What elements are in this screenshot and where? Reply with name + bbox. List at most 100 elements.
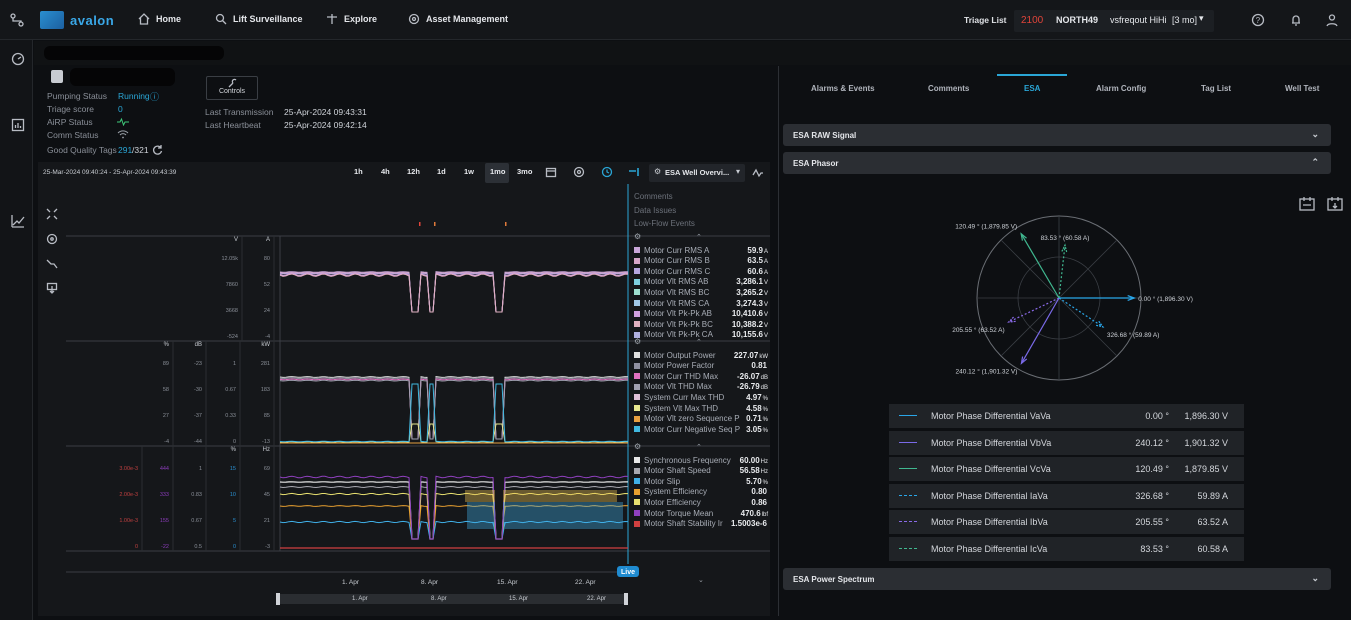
nav-asset-management[interactable]: Asset Management xyxy=(408,13,508,25)
legend-item[interactable]: Motor Power Factor 0.81 xyxy=(634,361,768,371)
info-icon[interactable]: ⓘ xyxy=(150,90,159,103)
legend-value-number: 60.6 xyxy=(747,266,763,276)
signal-icon[interactable] xyxy=(752,167,764,179)
axis-tick-label: -23 xyxy=(194,361,202,367)
refresh-icon[interactable] xyxy=(152,144,163,155)
user-icon[interactable] xyxy=(1325,13,1339,27)
triage-list-label[interactable]: Triage List xyxy=(964,15,1007,25)
help-icon[interactable]: ? xyxy=(1251,13,1265,27)
range-1w-button[interactable]: 1w xyxy=(464,167,474,176)
section-esa-raw-signal[interactable]: ESA RAW Signal ⌄ xyxy=(783,124,1331,146)
legend-item[interactable]: System Efficiency 0.80 xyxy=(634,487,768,497)
history-icon[interactable] xyxy=(601,166,613,178)
tab-esa[interactable]: ESA xyxy=(1024,84,1040,93)
pin-icon[interactable] xyxy=(628,166,640,178)
nav-explore[interactable]: Explore xyxy=(326,13,377,25)
well-name: NORTH49 xyxy=(1056,15,1099,25)
nav-lift-surveillance[interactable]: Lift Surveillance xyxy=(215,13,303,25)
legend-item[interactable]: Motor Vlt RMS BC 3,265.2V xyxy=(634,287,768,297)
legend-settings-icon[interactable]: ⚙ xyxy=(634,442,641,451)
legend-swatch xyxy=(634,457,640,463)
lane-comments: Comments xyxy=(634,192,673,201)
range-navigator[interactable] xyxy=(278,594,626,604)
legend-item[interactable]: Synchronous Frequency 60.00Hz xyxy=(634,455,768,465)
legend-settings-icon[interactable]: ⚙ xyxy=(634,337,641,346)
legend-series-name: Motor Vlt Pk-Pk AB xyxy=(644,309,713,319)
nav-home[interactable]: Home xyxy=(138,13,181,25)
axis-tick-label: 24 xyxy=(264,308,270,314)
nav-explore-label: Explore xyxy=(344,14,378,24)
legend-item[interactable]: Motor Output Power 227.07kW xyxy=(634,350,768,360)
tab-alarms-events[interactable]: Alarms & Events xyxy=(811,84,875,93)
gauge-icon[interactable] xyxy=(11,52,25,66)
redacted-name xyxy=(70,68,175,86)
phasor-magnitude: 59.89 A xyxy=(1197,490,1228,501)
phasor-label: 326.68 ° (59.89 A) xyxy=(1107,331,1159,339)
legend-item[interactable]: Motor Curr RMS B 63.5A xyxy=(634,256,768,266)
legend-item[interactable]: Motor Efficiency 0.86 xyxy=(634,497,768,507)
legend-settings-icon[interactable]: ⚙ xyxy=(634,232,641,241)
range-1mo-button[interactable]: 1mo xyxy=(490,167,505,176)
well-header-strip xyxy=(34,41,1351,65)
section-esa-phasor[interactable]: ESA Phasor ⌃ xyxy=(783,152,1331,174)
live-label: Live xyxy=(620,569,635,576)
bar-chart-icon[interactable] xyxy=(11,118,25,132)
route-icon[interactable] xyxy=(10,13,24,27)
bell-icon[interactable] xyxy=(1289,13,1303,27)
navigator-left-handle[interactable] xyxy=(276,593,280,605)
legend-collapse-icon[interactable]: ⌃ xyxy=(696,233,702,241)
period-select[interactable]: [3 mo] xyxy=(1172,15,1197,25)
legend-item[interactable]: Motor Curr RMS A 59.9A xyxy=(634,245,768,255)
tab-alarm-config[interactable]: Alarm Config xyxy=(1096,84,1146,93)
legend-item[interactable]: Motor Vlt Pk-Pk AB 10,410.6V xyxy=(634,309,768,319)
legend-item[interactable]: Motor Curr Negative Seq P 3.05% xyxy=(634,424,768,434)
range-12h-button[interactable]: 12h xyxy=(407,167,420,176)
nav-tick-2: 8. Apr xyxy=(431,596,447,602)
calendar-icon[interactable] xyxy=(545,166,557,178)
axis-tick-label: 27 xyxy=(163,413,169,419)
legend-series-value: 63.5A xyxy=(747,256,768,265)
range-4h-button[interactable]: 4h xyxy=(381,167,390,176)
line-chart-icon[interactable] xyxy=(11,214,25,228)
legend-item[interactable]: Motor Slip 5.70% xyxy=(634,476,768,486)
brand-logo[interactable]: avalon xyxy=(40,11,114,29)
trace-pane-1 xyxy=(279,271,629,313)
controls-button[interactable]: Controls xyxy=(206,76,258,100)
home-icon xyxy=(138,13,150,25)
legend-item[interactable]: Motor Vlt RMS CA 3,274.3V xyxy=(634,298,768,308)
brand-name: avalon xyxy=(70,12,115,28)
live-button[interactable]: Live xyxy=(617,566,639,577)
export-image-icon[interactable] xyxy=(1298,195,1316,213)
legend-item[interactable]: Motor Curr RMS C 60.6A xyxy=(634,266,768,276)
legend-item[interactable]: Motor Shaft Speed 56.58Hz xyxy=(634,466,768,476)
tab-tag-list[interactable]: Tag List xyxy=(1201,84,1231,93)
axis-tick-label: -30 xyxy=(194,387,202,393)
phasor-magnitude: 1,896.30 V xyxy=(1184,411,1228,421)
legend-item[interactable]: Motor Vlt Pk-Pk BC 10,388.2V xyxy=(634,319,768,329)
legend-item[interactable]: System Vlt Max THD 4.58% xyxy=(634,403,768,413)
legend-item[interactable]: Motor Torque Mean 470.6lbf xyxy=(634,508,768,518)
settings-icon[interactable] xyxy=(573,166,585,178)
navigator-right-handle[interactable] xyxy=(624,593,628,605)
legend-collapse-icon[interactable]: ⌃ xyxy=(696,338,702,346)
tab-comments[interactable]: Comments xyxy=(928,84,969,93)
phasor-diagram[interactable]: 0.00 ° (1,896.30 V) 240.12 ° (1,901.32 V)… xyxy=(899,196,1229,406)
legend-item[interactable]: Motor Shaft Stability Ir 1.5003e-6 xyxy=(634,519,768,529)
legend-item[interactable]: Motor Vlt RMS AB 3,286.1V xyxy=(634,277,768,287)
legend-series-value: 60.6A xyxy=(747,267,768,276)
view-select[interactable]: ⚙ ESA Well Overvi... ▾ xyxy=(649,164,745,182)
range-3mo-button[interactable]: 3mo xyxy=(517,167,532,176)
legend-collapse-icon[interactable]: ⌃ xyxy=(696,443,702,451)
legend-item[interactable]: System Curr Max THD 4.97% xyxy=(634,392,768,402)
legend-item[interactable]: Motor Vlt zero Sequence P 0.71% xyxy=(634,414,768,424)
legend-item[interactable]: Motor Curr THD Max -26.07dB xyxy=(634,371,768,381)
section-esa-power-spectrum[interactable]: ESA Power Spectrum ⌄ xyxy=(783,568,1331,590)
legend-item[interactable]: Motor Vlt THD Max -26.79dB xyxy=(634,382,768,392)
axis-tick-label: 21 xyxy=(264,518,270,524)
tab-well-test[interactable]: Well Test xyxy=(1285,84,1319,93)
chevron-down-icon[interactable]: ▾ xyxy=(1199,13,1204,24)
range-1h-button[interactable]: 1h xyxy=(354,167,363,176)
export-data-icon[interactable] xyxy=(1326,195,1344,213)
legend-swatch xyxy=(634,257,640,264)
range-1d-button[interactable]: 1d xyxy=(437,167,446,176)
